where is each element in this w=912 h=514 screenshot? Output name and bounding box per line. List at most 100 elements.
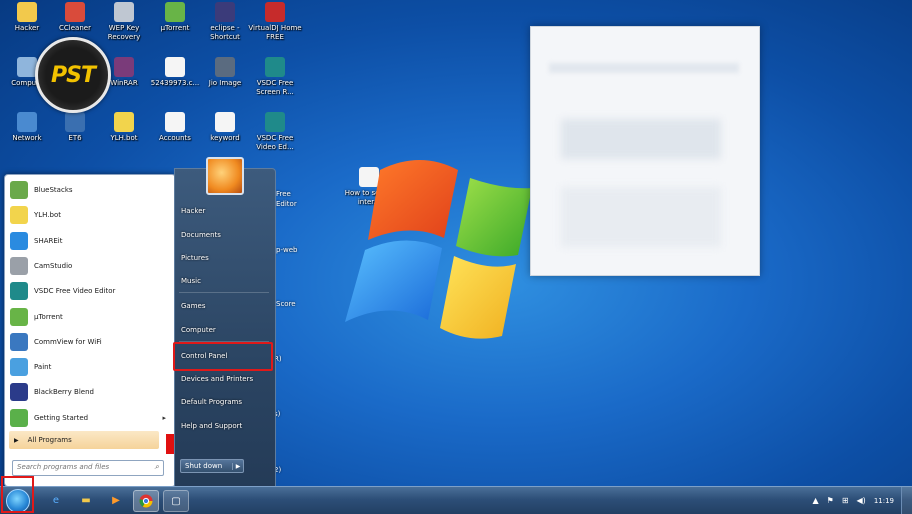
start-program-label: Getting Started — [34, 414, 88, 422]
camstudio-icon — [10, 257, 28, 275]
start-program-item[interactable]: BlueStacks — [10, 179, 168, 201]
desktop-icon[interactable]: YLH.bot — [97, 112, 151, 143]
partial-desktop-label: Free — [276, 190, 291, 198]
start-place-documents[interactable]: Documents — [181, 231, 221, 239]
desktop-icon[interactable]: CCleaner — [48, 2, 102, 33]
start-place-default-programs[interactable]: Default Programs — [181, 398, 242, 406]
volume-icon[interactable]: ◀) — [857, 496, 866, 505]
desktop-icon[interactable]: VSDC Free Video Ed... — [248, 112, 302, 152]
windows-logo-wallpaper — [340, 150, 550, 360]
desktop-icon[interactable]: keyword — [198, 112, 252, 143]
desktop-icon[interactable]: µTorrent — [148, 2, 202, 33]
start-program-item[interactable]: YLH.bot — [10, 204, 168, 226]
start-button-highlight-box — [1, 476, 34, 513]
desktop-icon-image — [215, 112, 235, 132]
logo-text: PST — [51, 63, 95, 88]
desktop-icon-image — [114, 2, 134, 22]
desktop-icon-label: ET6 — [48, 134, 102, 143]
start-program-label: YLH.bot — [34, 211, 61, 219]
utorrent-icon — [10, 308, 28, 326]
window-icon[interactable]: ▢ — [163, 490, 189, 512]
start-place-hacker[interactable]: Hacker — [181, 207, 205, 215]
desktop-icon[interactable]: eclipse - Shortcut — [198, 2, 252, 42]
media-player-icon[interactable]: ▶ — [104, 490, 128, 510]
desktop-icon[interactable]: Hacker — [0, 2, 54, 33]
start-program-item[interactable]: VSDC Free Video Editor — [10, 280, 168, 302]
start-menu-programs: BlueStacks YLH.bot SHAREit CamStudio VSDC Fr… — [4, 174, 176, 487]
start-program-label: VSDC Free Video Editor — [34, 287, 115, 295]
desktop-icon-label: VSDC Free Video Ed... — [248, 134, 302, 152]
system-tray: ▲ ⚑ ⊞ ◀) 11:19 — [813, 487, 912, 514]
desktop-icon-label: 52439973.c... — [148, 79, 202, 88]
triangle-right-icon: ▶ — [14, 437, 19, 444]
start-program-item[interactable]: BlackBerry Blend — [10, 381, 168, 403]
desktop-icon-image — [265, 2, 285, 22]
shutdown-options-arrow-icon[interactable]: ▶ — [232, 463, 243, 470]
desktop-icon-image — [114, 112, 134, 132]
user-picture[interactable] — [206, 157, 244, 195]
desktop-icon[interactable]: 52439973.c... — [148, 57, 202, 88]
partial-desktop-label: Editor — [276, 200, 297, 208]
explorer-folder-icon[interactable]: ▬ — [74, 490, 98, 510]
all-programs-label: All Programs — [28, 436, 72, 444]
network-icon[interactable]: ⊞ — [842, 496, 849, 505]
vsdc-icon — [10, 282, 28, 300]
desktop-icon[interactable]: Accounts — [148, 112, 202, 143]
desktop-icon-label: VirtualDJ Home FREE — [248, 24, 302, 42]
blurred-window[interactable] — [530, 26, 760, 276]
submenu-arrow-icon: ▸ — [162, 414, 166, 422]
flag-icon[interactable]: ⚑ — [827, 496, 834, 505]
start-program-item[interactable]: SHAREit — [10, 230, 168, 252]
chrome-icon[interactable] — [133, 490, 159, 512]
desktop-icon-image — [17, 2, 37, 22]
start-program-label: CamStudio — [34, 262, 72, 270]
start-program-label: µTorrent — [34, 313, 63, 321]
desktop-icon[interactable]: VSDC Free Screen R... — [248, 57, 302, 97]
desktop-icon-image — [114, 57, 134, 77]
desktop-icon-image — [17, 112, 37, 132]
desktop-icon[interactable]: Network — [0, 112, 54, 143]
partial-desktop-label: p-web — [276, 246, 297, 254]
desktop-icon-label: CCleaner — [48, 24, 102, 33]
start-search-input[interactable] — [13, 461, 143, 473]
desktop-icon-image — [65, 112, 85, 132]
desktop-icon-label: Hacker — [0, 24, 54, 33]
start-place-pictures[interactable]: Pictures — [181, 254, 209, 262]
desktop-icon[interactable]: WEP Key Recovery — [97, 2, 151, 42]
start-place-devices-and-printers[interactable]: Devices and Printers — [181, 375, 253, 383]
shutdown-button[interactable]: Shut down ▶ — [180, 459, 244, 473]
start-program-item[interactable]: CamStudio — [10, 255, 168, 277]
control-panel-highlight-box — [173, 342, 273, 371]
internet-explorer-icon[interactable]: e — [44, 490, 68, 510]
search-icon[interactable]: ⌕ — [155, 462, 159, 472]
desktop-icon[interactable]: Jio Image — [198, 57, 252, 88]
desktop-icon[interactable]: VirtualDJ Home FREE — [248, 2, 302, 42]
getting-started-icon — [10, 409, 28, 427]
start-program-item[interactable]: Paint — [10, 356, 168, 378]
desktop-icon-label: µTorrent — [148, 24, 202, 33]
all-programs-button[interactable]: ▶ All Programs — [9, 431, 159, 449]
smiley-icon — [10, 206, 28, 224]
show-hidden-icons-icon[interactable]: ▲ — [813, 496, 819, 505]
start-place-help-and-support[interactable]: Help and Support — [181, 422, 242, 430]
start-menu-places: Hacker Documents Pictures Music Games Compute… — [174, 168, 276, 490]
desktop-icon-image — [165, 112, 185, 132]
commview-icon — [10, 333, 28, 351]
desktop-icon-image — [165, 57, 185, 77]
start-place-computer[interactable]: Computer — [181, 326, 216, 334]
shutdown-label: Shut down — [181, 462, 232, 470]
clock[interactable]: 11:19 — [874, 497, 894, 505]
start-program-item[interactable]: Getting Started ▸ — [10, 407, 168, 429]
desktop-icon-label: eclipse - Shortcut — [198, 24, 252, 42]
start-search-box[interactable]: ⌕ — [12, 460, 164, 476]
desktop-icon-image — [165, 2, 185, 22]
start-place-music[interactable]: Music — [181, 277, 201, 285]
show-desktop-button[interactable] — [901, 487, 912, 514]
pst-logo: PST — [35, 37, 111, 113]
start-program-item[interactable]: µTorrent — [10, 306, 168, 328]
start-program-item[interactable]: CommView for WiFi — [10, 331, 168, 353]
start-place-games[interactable]: Games — [181, 302, 206, 310]
desktop-icon[interactable]: ET6 — [48, 112, 102, 143]
desktop-icon-label: YLH.bot — [97, 134, 151, 143]
desktop-icon-image — [265, 112, 285, 132]
